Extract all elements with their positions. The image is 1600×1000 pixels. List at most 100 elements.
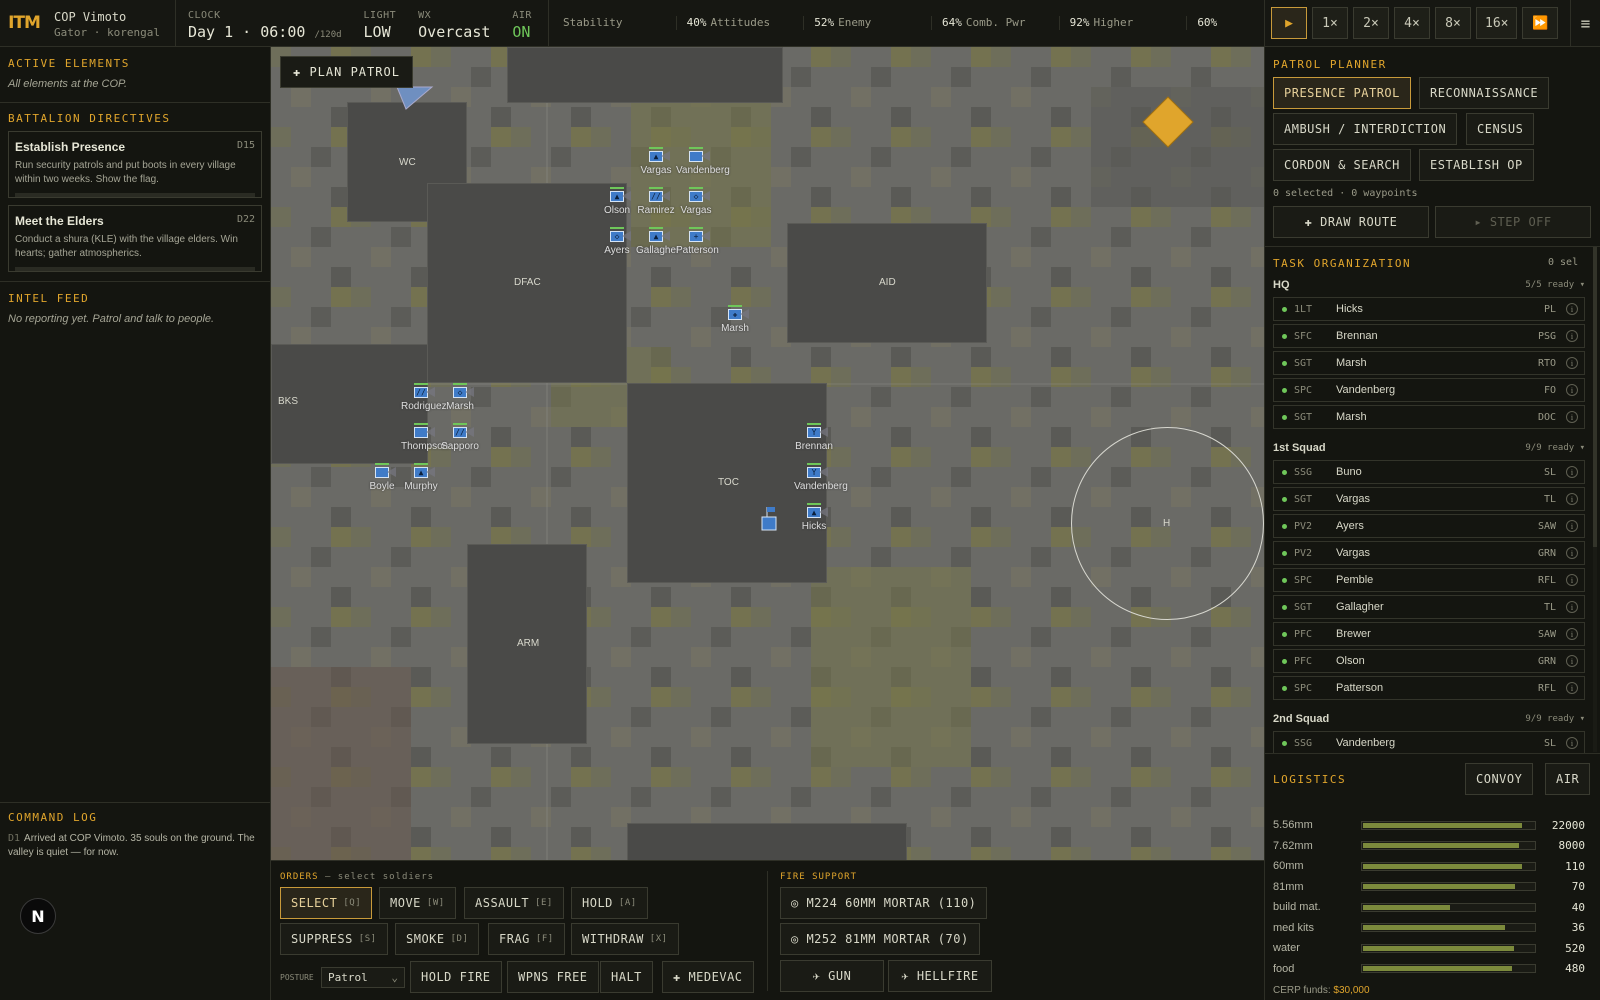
convoy-button[interactable]: CONVOY [1465, 763, 1534, 795]
info-icon[interactable]: i [1566, 628, 1578, 640]
unit-marker[interactable]: ◇ Vargas [676, 187, 716, 216]
info-icon[interactable]: i [1566, 520, 1578, 532]
unit-marker[interactable]: Boyle [362, 463, 402, 492]
info-icon[interactable]: i [1566, 466, 1578, 478]
withdraw-order-button[interactable]: WITHDRAW [X] [571, 923, 679, 955]
active-elements-note: All elements at the COP. [8, 78, 128, 90]
smoke-order-button[interactable]: SMOKE [D] [395, 923, 480, 955]
info-icon[interactable]: i [1566, 411, 1578, 423]
hold-fire-button[interactable]: HOLD FIRE [410, 961, 502, 993]
orders-bar: ORDERS — select soldiers SELECT [Q] MOVE[… [271, 860, 1264, 1000]
info-icon[interactable]: i [1566, 601, 1578, 613]
halt-button[interactable]: HALT [600, 961, 653, 993]
move-order-button[interactable]: MOVE [W] [379, 887, 456, 919]
info-icon[interactable]: i [1566, 547, 1578, 559]
soldier-row[interactable]: PV2 Vargas GRN i [1273, 541, 1585, 565]
info-icon[interactable]: i [1566, 493, 1578, 505]
soldier-row[interactable]: 1LT Hicks PL i [1273, 297, 1585, 321]
unit-marker[interactable]: ▲ Murphy [401, 463, 441, 492]
soldier-row[interactable]: SGT Vargas TL i [1273, 487, 1585, 511]
soldier-row[interactable]: PFC Olson GRN i [1273, 649, 1585, 673]
speed-4x-button[interactable]: 4× [1394, 7, 1430, 39]
unit-marker[interactable]: //Rodriguez [401, 383, 447, 412]
unit-marker[interactable]: ▲ Gallagher [636, 227, 679, 256]
soldier-row[interactable]: SGT Marsh RTO i [1273, 351, 1585, 375]
soldier-row[interactable]: SPC Vandenberg FO i [1273, 378, 1585, 402]
unit-marker[interactable]: ◇ Marsh [440, 383, 480, 412]
soldier-row[interactable]: SFC Brennan PSG i [1273, 324, 1585, 348]
draw-route-button[interactable]: ✚ DRAW ROUTE [1273, 206, 1429, 238]
unit-marker[interactable]: //Sapporo [440, 423, 480, 452]
air-resupply-button[interactable]: AIR [1545, 763, 1591, 795]
right-panel: PATROL PLANNER PRESENCE PATROL RECONNAIS… [1264, 47, 1600, 1000]
unit-marker[interactable]: ✚ Marsh [715, 305, 755, 334]
soldier-row[interactable]: SSG Vandenberg SL i [1273, 731, 1585, 753]
speed-2x-button[interactable]: 2× [1353, 7, 1389, 39]
gun-button[interactable]: ✈ GUN [780, 960, 884, 992]
menu-icon[interactable]: ≡ [1570, 0, 1600, 46]
unit-marker[interactable]: //Ramirez [636, 187, 676, 216]
unit-marker[interactable]: ◇ Ayers [597, 227, 637, 256]
assault-order-button[interactable]: ASSAULT [E] [464, 887, 564, 919]
info-icon[interactable]: i [1566, 655, 1578, 667]
suppress-order-button[interactable]: SUPPRESS [S] [280, 923, 388, 955]
m252-mortar-button[interactable]: ◎ M252 81MM MORTAR (70) [780, 923, 980, 955]
presence-patrol-button[interactable]: PRESENCE PATROL [1273, 77, 1411, 109]
building-north[interactable] [507, 47, 783, 103]
speed-16x-button[interactable]: 16× [1476, 7, 1518, 39]
weapons-free-button[interactable]: WPNS FREE [507, 961, 599, 993]
soldier-row[interactable]: SPC Patterson RFL i [1273, 676, 1585, 700]
hold-order-button[interactable]: HOLD [A] [571, 887, 648, 919]
fast-forward-button[interactable]: ⏩ [1522, 7, 1559, 39]
reconnaissance-button[interactable]: RECONNAISSANCE [1419, 77, 1550, 109]
soldier-role: DOC [1537, 411, 1556, 423]
info-icon[interactable]: i [1566, 357, 1578, 369]
hellfire-button[interactable]: ✈ HELLFIRE [888, 960, 992, 992]
speed-8x-button[interactable]: 8× [1435, 7, 1471, 39]
roster-scrollbar[interactable] [1593, 247, 1597, 752]
n-logo-icon[interactable]: N [20, 898, 56, 934]
squad-header[interactable]: HQ 5/5 ready ▾ [1273, 279, 1585, 291]
plan-patrol-button[interactable]: ✚ PLAN PATROL [280, 56, 413, 88]
soldier-row[interactable]: SGT Marsh DOC i [1273, 405, 1585, 429]
play-button[interactable]: ▶ [1271, 7, 1307, 39]
info-icon[interactable]: i [1566, 303, 1578, 315]
step-off-button[interactable]: ▸ STEP OFF [1435, 206, 1591, 238]
unit-marker[interactable]: Vandenberg [676, 147, 730, 176]
soldier-row[interactable]: SPC Pemble RFL i [1273, 568, 1585, 592]
info-icon[interactable]: i [1566, 330, 1578, 342]
soldier-row[interactable]: PFC Brewer SAW i [1273, 622, 1585, 646]
info-icon[interactable]: i [1566, 384, 1578, 396]
census-button[interactable]: CENSUS [1466, 113, 1535, 145]
info-icon[interactable]: i [1566, 574, 1578, 586]
unit-marker[interactable]: ▲ Olson [597, 187, 637, 216]
unit-marker[interactable]: Y Vandenberg [794, 463, 848, 492]
building-south[interactable] [627, 823, 907, 860]
squad-header[interactable]: 1st Squad 9/9 ready ▾ [1273, 442, 1585, 454]
ambush-interdiction-button[interactable]: AMBUSH / INTERDICTION [1273, 113, 1458, 145]
posture-select[interactable]: Patrol ⌄ [321, 967, 405, 988]
soldier-row[interactable]: SSG Buno SL i [1273, 460, 1585, 484]
m224-mortar-button[interactable]: ◎ M224 60MM MORTAR (110) [780, 887, 988, 919]
ready-status-dot [1282, 523, 1287, 529]
soldier-row[interactable]: PV2 Ayers SAW i [1273, 514, 1585, 538]
unit-marker[interactable]: ▲ Vargas [636, 147, 676, 176]
unit-marker[interactable]: ▲ Hicks [794, 503, 834, 532]
select-order-button[interactable]: SELECT [Q] [280, 887, 373, 919]
establish-op-button[interactable]: ESTABLISH OP [1419, 149, 1534, 181]
directive-establish-presence[interactable]: Establish Presence D15 Run security patro… [8, 131, 262, 198]
squad-header[interactable]: 2nd Squad 9/9 ready ▾ [1273, 713, 1585, 725]
frag-order-button[interactable]: FRAG [F] [488, 923, 565, 955]
tactical-map[interactable]: 12 9 WC DFAC AID BKS TOC ARM H ▲VargasVa… [271, 47, 1264, 860]
directive-meet-the-elders[interactable]: Meet the Elders D22 Conduct a shura (KLE)… [8, 205, 262, 272]
info-icon[interactable]: i [1566, 737, 1578, 749]
cordon-search-button[interactable]: CORDON & SEARCH [1273, 149, 1411, 181]
unit-marker[interactable]: Y Brennan [794, 423, 834, 452]
soldier-row[interactable]: SGT Gallagher TL i [1273, 595, 1585, 619]
speed-1x-button[interactable]: 1× [1312, 7, 1348, 39]
medevac-button[interactable]: ✚ MEDEVAC [662, 961, 754, 993]
roster-list[interactable]: HQ 5/5 ready ▾ 1LT Hicks PL i SFC Brennan PSG i SG… [1265, 273, 1600, 753]
info-icon[interactable]: i [1566, 682, 1578, 694]
unit-marker[interactable]: + Patterson [676, 227, 719, 256]
unit-marker[interactable]: Thompson [401, 423, 448, 452]
